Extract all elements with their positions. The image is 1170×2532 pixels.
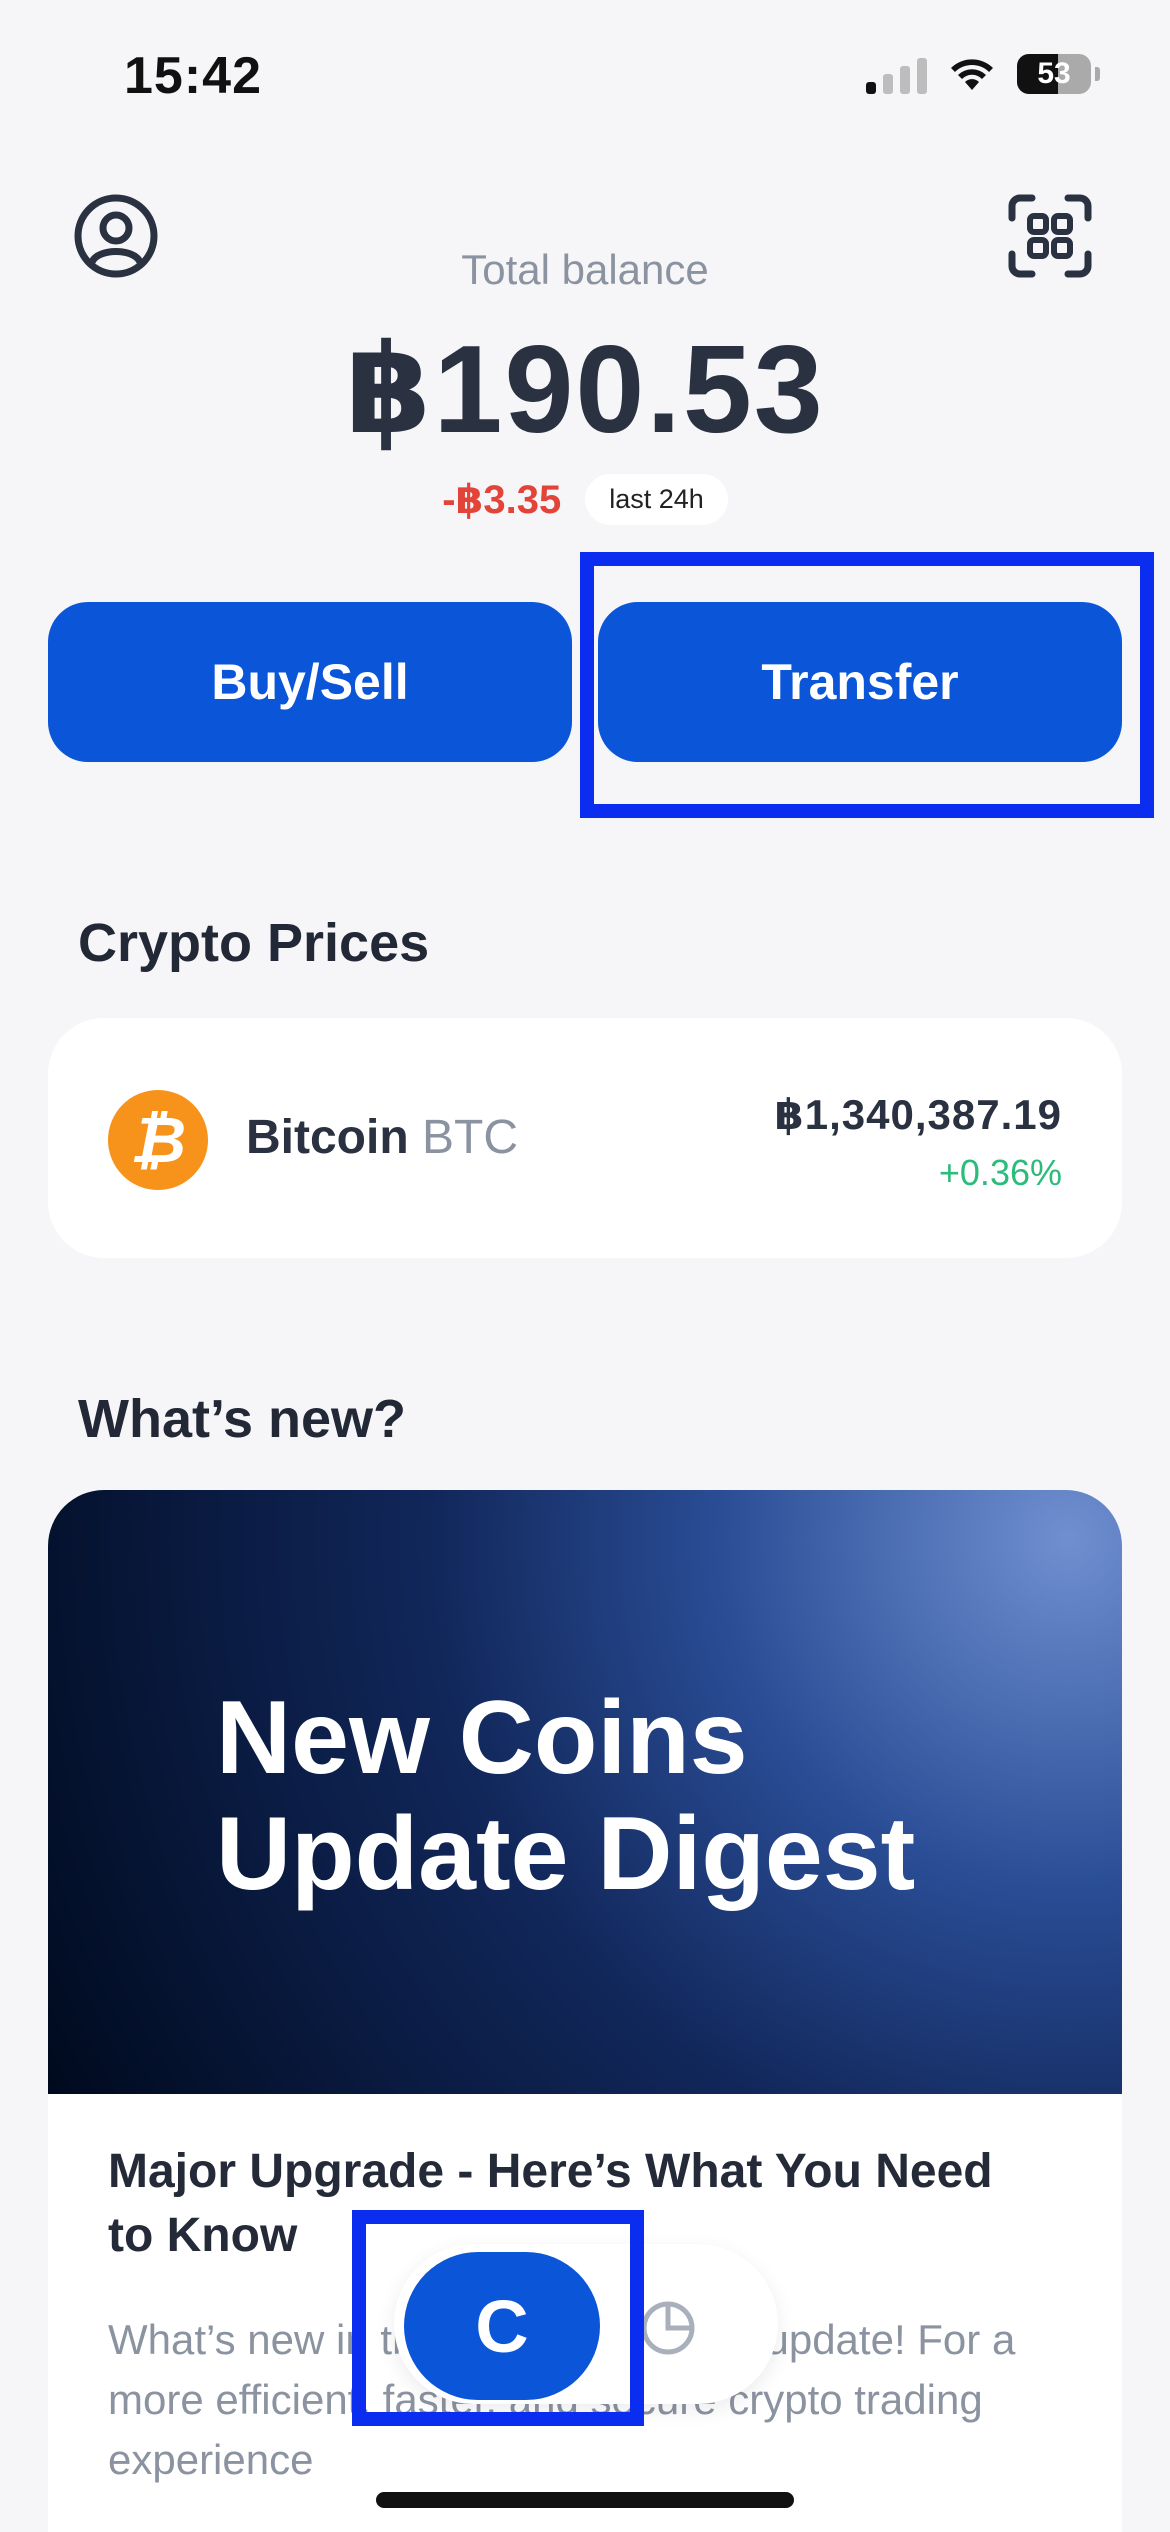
whats-new-heading: What’s new? xyxy=(78,1389,407,1449)
coin-name: Bitcoin BTC xyxy=(246,1110,518,1165)
status-time: 15:42 xyxy=(124,47,262,105)
wifi-icon xyxy=(951,59,993,90)
balance-label: Total balance xyxy=(461,246,709,293)
coin-symbol: BTC xyxy=(422,1111,518,1164)
battery-icon: 53 xyxy=(1017,54,1091,94)
coin-change: +0.36% xyxy=(938,1152,1062,1193)
balance-change-value: -฿3.35 xyxy=(442,477,562,522)
buy-sell-button[interactable]: Buy/Sell xyxy=(48,602,572,762)
crypto-prices-heading: Crypto Prices xyxy=(78,913,430,973)
coin-price: ฿1,340,387.19 xyxy=(774,1091,1062,1138)
status-icons: 53 xyxy=(866,54,1100,94)
home-indicator xyxy=(376,2492,794,2508)
news-banner-headline-line2: Update Digest xyxy=(216,1796,916,1912)
balance-change-row: -฿3.35 last 24h xyxy=(0,474,1170,525)
portfolio-pie-icon[interactable] xyxy=(636,2294,700,2358)
news-banner-headline: New Coins Update Digest xyxy=(216,1680,1116,1912)
bitcoin-icon: ₿ xyxy=(108,1090,208,1190)
home-highlight-box xyxy=(352,2210,644,2426)
balance-value: ฿190.53 xyxy=(345,321,825,459)
transfer-highlight-box xyxy=(580,552,1154,818)
news-banner-headline-line1: New Coins xyxy=(216,1680,748,1796)
battery-level: 53 xyxy=(1037,57,1071,90)
change-period-chip: last 24h xyxy=(585,474,728,525)
coin-name-text: Bitcoin xyxy=(246,1111,409,1164)
cellular-signal-icon xyxy=(866,54,927,94)
battery-tip xyxy=(1095,67,1100,81)
